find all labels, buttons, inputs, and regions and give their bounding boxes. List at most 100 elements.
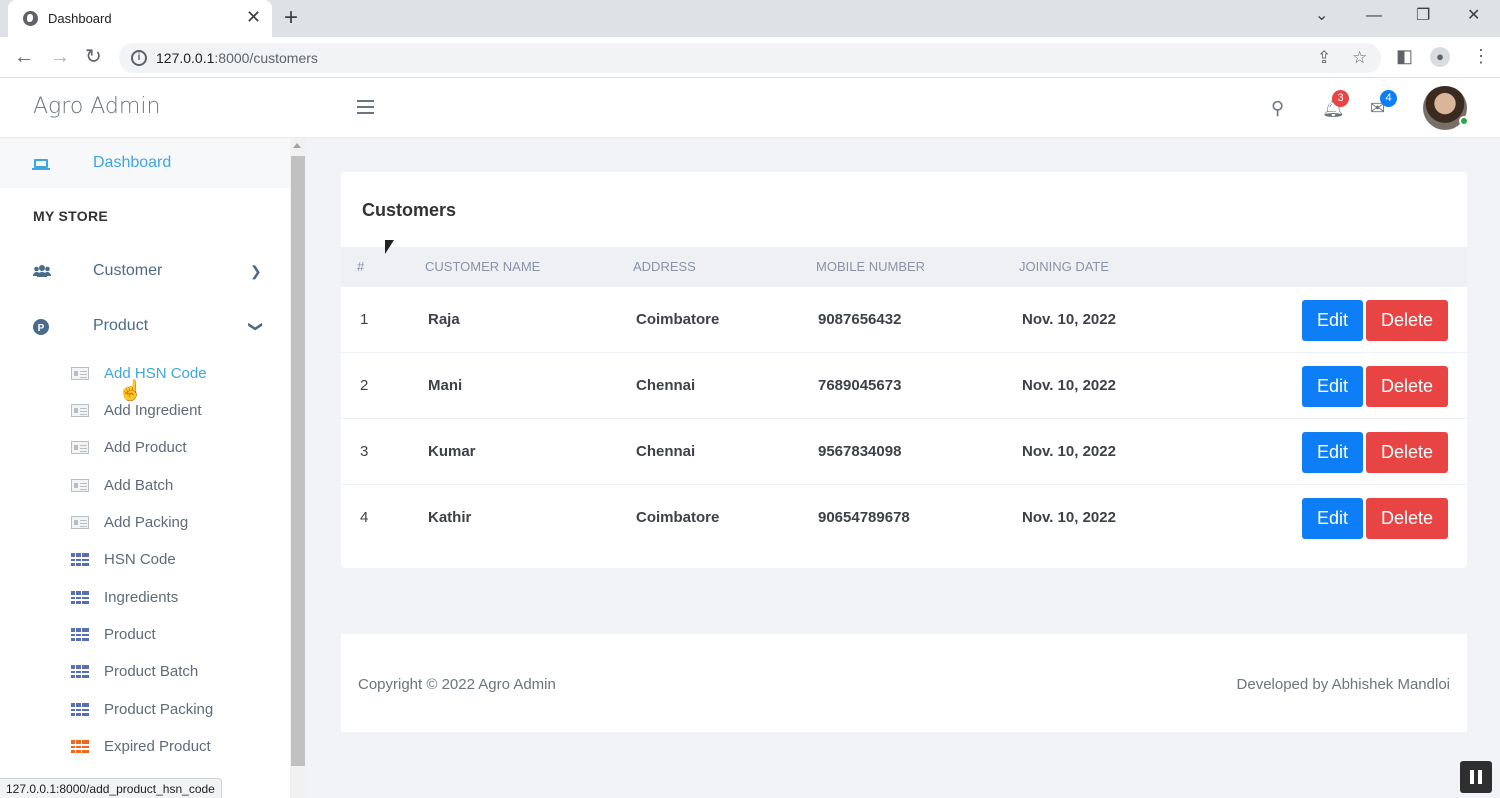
table-row: 2 Mani Chennai 7689045673 Nov. 10, 2022 … (341, 353, 1467, 419)
submenu-item-hsn-code[interactable]: HSN Code (0, 545, 290, 575)
sidebar-item-label: Customer (93, 262, 163, 279)
grid-icon (71, 591, 89, 604)
delete-button[interactable]: Delete (1366, 300, 1448, 341)
close-tab-icon[interactable]: ✕ (246, 7, 261, 27)
sidebar-item-customer[interactable]: Customer ❯ (0, 252, 290, 292)
submenu-item-product[interactable]: Product (0, 620, 290, 650)
customer-address: Chennai (636, 377, 696, 394)
submenu-item-ingredients[interactable]: Ingredients (0, 583, 290, 613)
edit-button[interactable]: Edit (1302, 498, 1363, 539)
mouse-cursor-icon (385, 240, 394, 254)
side-panel-icon[interactable]: ◧ (1396, 45, 1413, 67)
forward-icon[interactable]: → (50, 45, 70, 69)
row-id: 3 (360, 443, 369, 460)
browser-tab[interactable]: Dashboard ✕ (8, 0, 272, 37)
submenu-label: HSN Code (104, 551, 176, 568)
bookmark-star-icon[interactable]: ☆ (1352, 48, 1367, 68)
submenu-item-add-packing[interactable]: Add Packing (0, 508, 290, 538)
restore-icon[interactable]: ❐ (1416, 5, 1430, 27)
submenu-item-expired-product[interactable]: Expired Product (0, 732, 290, 762)
delete-button[interactable]: Delete (1366, 366, 1448, 407)
column-header: MOBILE NUMBER (816, 259, 926, 274)
row-id: 4 (360, 509, 369, 526)
svg-text:P: P (38, 323, 45, 334)
customer-joining-date: Nov. 10, 2022 (1022, 311, 1116, 328)
submenu-item-add-ingredient[interactable]: Add Ingredient (0, 396, 290, 426)
search-icon[interactable]: ⚲ (1271, 98, 1284, 119)
scroll-up-arrow-icon[interactable] (293, 143, 301, 148)
menu-toggle-icon[interactable] (357, 100, 374, 114)
id-card-icon (71, 367, 89, 380)
online-status-dot (1459, 116, 1469, 126)
chevron-down-icon: ❯ (248, 320, 265, 333)
chevron-right-icon: ❯ (250, 263, 262, 279)
grid-icon (71, 665, 89, 678)
sidebar-item-label: Product (93, 317, 149, 334)
customer-address: Coimbatore (636, 311, 720, 328)
edit-button[interactable]: Edit (1302, 300, 1363, 341)
back-icon[interactable]: ← (14, 45, 34, 69)
submenu-item-add-hsn-code[interactable]: Add HSN Code (0, 359, 290, 389)
customer-joining-date: Nov. 10, 2022 (1022, 443, 1116, 460)
edit-button[interactable]: Edit (1302, 366, 1363, 407)
tab-search-icon[interactable]: ⌄ (1315, 5, 1328, 27)
submenu-item-add-batch[interactable]: Add Batch (0, 471, 290, 501)
customer-name: Mani (428, 377, 463, 394)
submenu-label: Add Batch (104, 477, 174, 494)
globe-icon (23, 11, 38, 26)
id-card-icon (71, 516, 89, 529)
customer-joining-date: Nov. 10, 2022 (1022, 377, 1116, 394)
new-tab-icon[interactable]: + (284, 4, 298, 32)
share-icon[interactable]: ⇪ (1317, 48, 1331, 68)
more-menu-icon[interactable]: ⋮ (1472, 45, 1490, 67)
site-info-icon[interactable]: i (131, 50, 147, 66)
submenu-label: Add Packing (104, 514, 189, 531)
column-header: ADDRESS (633, 259, 696, 274)
minimize-icon[interactable]: — (1366, 5, 1382, 27)
row-id: 2 (360, 377, 369, 394)
submenu-label: Ingredients (104, 589, 179, 606)
customer-mobile: 9567834098 (818, 443, 902, 460)
customer-joining-date: Nov. 10, 2022 (1022, 509, 1116, 526)
sidebar-scrollbar-thumb[interactable] (291, 156, 305, 766)
messages-badge: 4 (1380, 90, 1397, 107)
customers-card: Customers # CUSTOMER NAME ADDRESS MOBILE… (341, 172, 1467, 568)
sidebar-item-label: Dashboard (93, 154, 172, 171)
submenu-label: Add Ingredient (104, 402, 202, 419)
sidebar-item-dashboard[interactable]: Dashboard (0, 138, 290, 188)
customer-address: Chennai (636, 443, 696, 460)
row-id: 1 (360, 311, 369, 328)
customer-name: Kathir (428, 509, 472, 526)
users-icon (33, 264, 51, 278)
link-status-url: 127.0.0.1:8000/add_product_hsn_code (0, 778, 222, 798)
notifications-badge: 3 (1332, 90, 1349, 107)
submenu-label: Product Packing (104, 701, 214, 718)
table-row: 1 Raja Coimbatore 9087656432 Nov. 10, 20… (341, 287, 1467, 353)
edit-button[interactable]: Edit (1302, 432, 1363, 473)
pause-icon[interactable] (1460, 761, 1492, 793)
delete-button[interactable]: Delete (1366, 498, 1448, 539)
page-footer: Copyright © 2022 Agro Admin Developed by… (341, 634, 1467, 732)
grid-icon (71, 553, 89, 566)
laptop-icon (32, 159, 50, 170)
delete-button[interactable]: Delete (1366, 432, 1448, 473)
table-header: # CUSTOMER NAME ADDRESS MOBILE NUMBER JO… (341, 247, 1467, 287)
url-field[interactable]: i 127.0.0.1:8000/customers ⇪ ☆ (119, 43, 1381, 73)
table-row: 4 Kathir Coimbatore 90654789678 Nov. 10,… (341, 485, 1467, 551)
profile-icon[interactable]: ● (1430, 47, 1450, 67)
envelope-icon[interactable]: ✉ 4 (1370, 90, 1397, 119)
brand-logo[interactable]: Agro Admin (33, 94, 160, 119)
close-window-icon[interactable]: ✕ (1467, 5, 1480, 27)
reload-icon[interactable]: ↻ (85, 45, 102, 69)
table-row: 3 Kumar Chennai 9567834098 Nov. 10, 2022… (341, 419, 1467, 485)
sidebar-item-product[interactable]: P Product ❯ (0, 307, 290, 347)
submenu-label: Product Batch (104, 663, 199, 680)
submenu-item-product-packing[interactable]: Product Packing (0, 695, 290, 725)
submenu-item-product-batch[interactable]: Product Batch (0, 657, 290, 687)
grid-icon (71, 740, 89, 753)
customer-name: Raja (428, 311, 460, 328)
customer-mobile: 7689045673 (818, 377, 902, 394)
id-card-icon (71, 441, 89, 454)
submenu-item-add-product[interactable]: Add Product (0, 433, 290, 463)
bell-icon[interactable]: 🔔︎ 3 (1322, 90, 1349, 119)
